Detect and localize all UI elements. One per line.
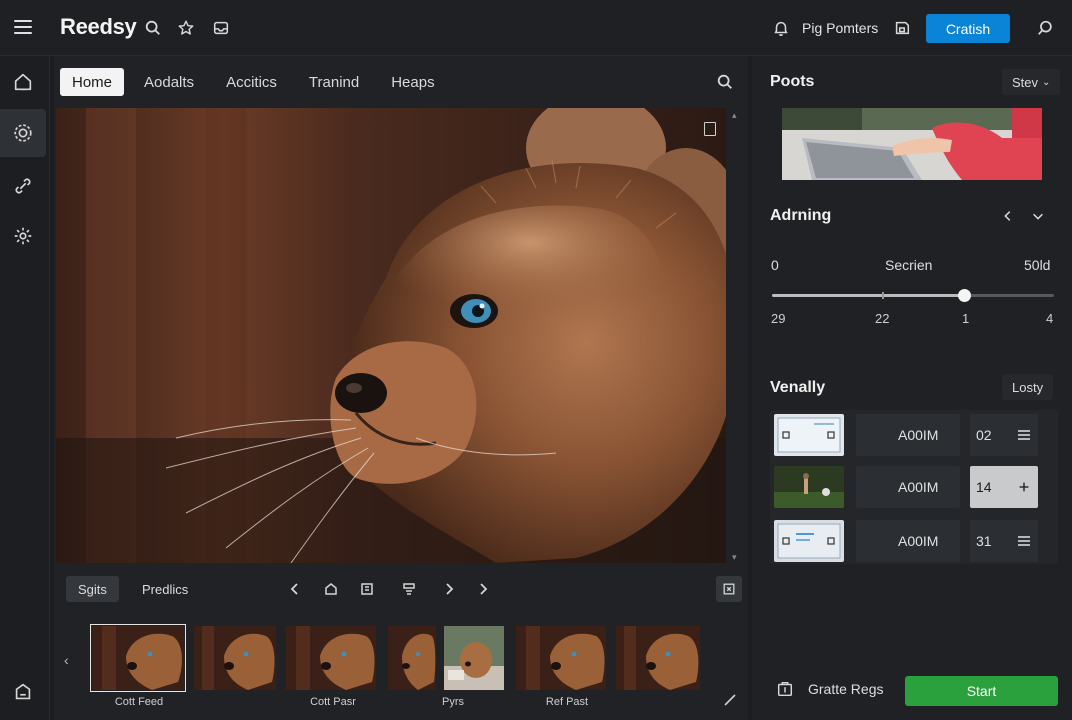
- create-regs-button[interactable]: Gratte Regs: [774, 678, 883, 700]
- export-icon[interactable]: [716, 576, 742, 602]
- right-panel: Poots Stev ⌄ Adrning 0 Secrien 50ld 29 2…: [752, 56, 1072, 720]
- pm-menu[interactable]: Pig Pomters: [770, 17, 878, 39]
- app-logo[interactable]: Reedsy: [60, 14, 137, 40]
- menu-icon[interactable]: [12, 16, 34, 38]
- main-panel: Home Aodalts Accitics Tranind Heaps ▴ ▾ …: [54, 56, 748, 720]
- create-regs-label: Gratte Regs: [808, 681, 884, 697]
- list-item[interactable]: • A00IM 02: [770, 410, 1058, 458]
- thumbnail-label: Ref Past: [545, 696, 589, 708]
- plus-icon[interactable]: [1016, 479, 1032, 495]
- tab-bar: Home Aodalts Accitics Tranind Heaps: [60, 68, 447, 96]
- left-rail: [0, 56, 50, 720]
- list-icon[interactable]: [1016, 533, 1032, 549]
- posts-dropdown[interactable]: Stev ⌄: [1002, 69, 1061, 95]
- variants-dropdown-value: Losty: [1012, 379, 1044, 395]
- admin-min-value: 0: [771, 257, 779, 273]
- thumbnail[interactable]: [388, 626, 436, 690]
- slider-tick-label: 29: [771, 311, 786, 326]
- variants-dropdown[interactable]: Losty: [1002, 374, 1054, 400]
- start-button[interactable]: Start: [905, 676, 1058, 706]
- pencil-icon[interactable]: [722, 692, 738, 708]
- slider-thumb[interactable]: [957, 289, 971, 302]
- slider-tick-label: 22: [875, 311, 890, 326]
- slider-fill: [772, 294, 964, 297]
- admin-title: Adrning: [770, 207, 832, 224]
- tab-tranind[interactable]: Tranind: [297, 68, 371, 96]
- scroll-down-icon[interactable]: ▾: [732, 552, 737, 563]
- posts-dropdown-value: Stev: [1012, 74, 1039, 90]
- tab-accitics[interactable]: Accitics: [214, 68, 289, 96]
- link-icon[interactable]: [0, 162, 46, 210]
- rotate-icon[interactable]: [322, 580, 340, 598]
- filmstrip: ‹ Cott Feed Cott Pasr Pyrs Ref Past: [54, 616, 748, 720]
- home-icon[interactable]: [0, 58, 46, 106]
- star-icon[interactable]: [175, 17, 197, 39]
- chevron-down-icon[interactable]: [1028, 206, 1048, 226]
- row-code: A00IM: [856, 466, 960, 508]
- thumbnail[interactable]: [194, 626, 276, 690]
- tab-heaps[interactable]: Heaps: [379, 68, 446, 96]
- add-page-icon: [774, 678, 796, 700]
- app-window: Reedsy Pig Pomters Cratish Home Aodalts …: [0, 0, 1072, 720]
- main-photo: [56, 108, 726, 563]
- thumbnail[interactable]: [516, 626, 606, 690]
- strip-prev-icon[interactable]: ‹: [64, 652, 69, 668]
- admin-slider[interactable]: [772, 289, 1054, 302]
- thumbnail[interactable]: [90, 624, 186, 692]
- viewer-scrollbar[interactable]: ▴ ▾: [730, 108, 742, 563]
- slider-tick-label: 4: [1046, 311, 1054, 326]
- tab-home[interactable]: Home: [60, 68, 125, 96]
- row-code: A00IM: [856, 520, 960, 562]
- image-viewer[interactable]: [56, 108, 726, 563]
- slider-tick-label: 1: [962, 311, 970, 326]
- search-icon[interactable]: [714, 71, 736, 93]
- admin-center-label: Secrien: [885, 257, 933, 273]
- thumbnail-label: Pyrs: [442, 696, 464, 708]
- thumbnail[interactable]: [286, 626, 376, 690]
- chip-predlics[interactable]: Predlics: [130, 576, 200, 602]
- global-search-icon[interactable]: [1034, 17, 1056, 39]
- chevron-left-icon[interactable]: [998, 206, 1018, 226]
- slider-tick: [882, 292, 884, 299]
- list-item[interactable]: • A00IM 31: [770, 516, 1058, 564]
- crop-icon[interactable]: [358, 580, 376, 598]
- adjust-icon[interactable]: [400, 580, 418, 598]
- thumbnail-label: Cott Pasr: [310, 696, 356, 708]
- next-icon[interactable]: [474, 580, 492, 598]
- chevron-down-icon: ⌄: [1042, 76, 1051, 88]
- gear-icon[interactable]: [0, 109, 46, 157]
- bell-icon: [770, 17, 792, 39]
- inbox-icon[interactable]: [210, 17, 232, 39]
- variants-list: • A00IM 02 • A00IM 14: [770, 410, 1058, 564]
- list-icon[interactable]: [1016, 427, 1032, 443]
- fullscreen-icon[interactable]: [704, 122, 716, 136]
- scroll-up-icon[interactable]: ▴: [732, 110, 737, 121]
- tab-aodalts[interactable]: Aodalts: [132, 68, 206, 96]
- chevron-right-icon[interactable]: [440, 580, 458, 598]
- help-icon[interactable]: [0, 668, 46, 716]
- list-item[interactable]: • A00IM 14: [770, 462, 1058, 510]
- row-code: A00IM: [856, 414, 960, 456]
- viewer-toolbar: Sgits Predlics: [66, 576, 742, 602]
- settings-icon[interactable]: [0, 212, 46, 260]
- chevron-left-icon[interactable]: [286, 580, 304, 598]
- post-preview-image[interactable]: [782, 108, 1042, 180]
- row-thumbnail[interactable]: [774, 520, 844, 562]
- row-thumbnail[interactable]: [774, 466, 844, 508]
- pm-label: Pig Pomters: [802, 20, 879, 36]
- thumbnail[interactable]: [616, 626, 700, 690]
- admin-max-value: 50ld: [1024, 257, 1051, 273]
- top-bar: Reedsy Pig Pomters Cratish: [0, 0, 1072, 56]
- posts-title: Poots: [770, 73, 815, 90]
- save-icon[interactable]: [891, 17, 913, 39]
- create-button[interactable]: Cratish: [926, 14, 1010, 43]
- chip-sgits[interactable]: Sgits: [66, 576, 119, 602]
- search-icon[interactable]: [142, 17, 164, 39]
- row-thumbnail[interactable]: [774, 414, 844, 456]
- variants-title: Venally: [770, 379, 826, 396]
- thumbnail[interactable]: [444, 626, 504, 690]
- thumbnail-label: Cott Feed: [114, 696, 164, 708]
